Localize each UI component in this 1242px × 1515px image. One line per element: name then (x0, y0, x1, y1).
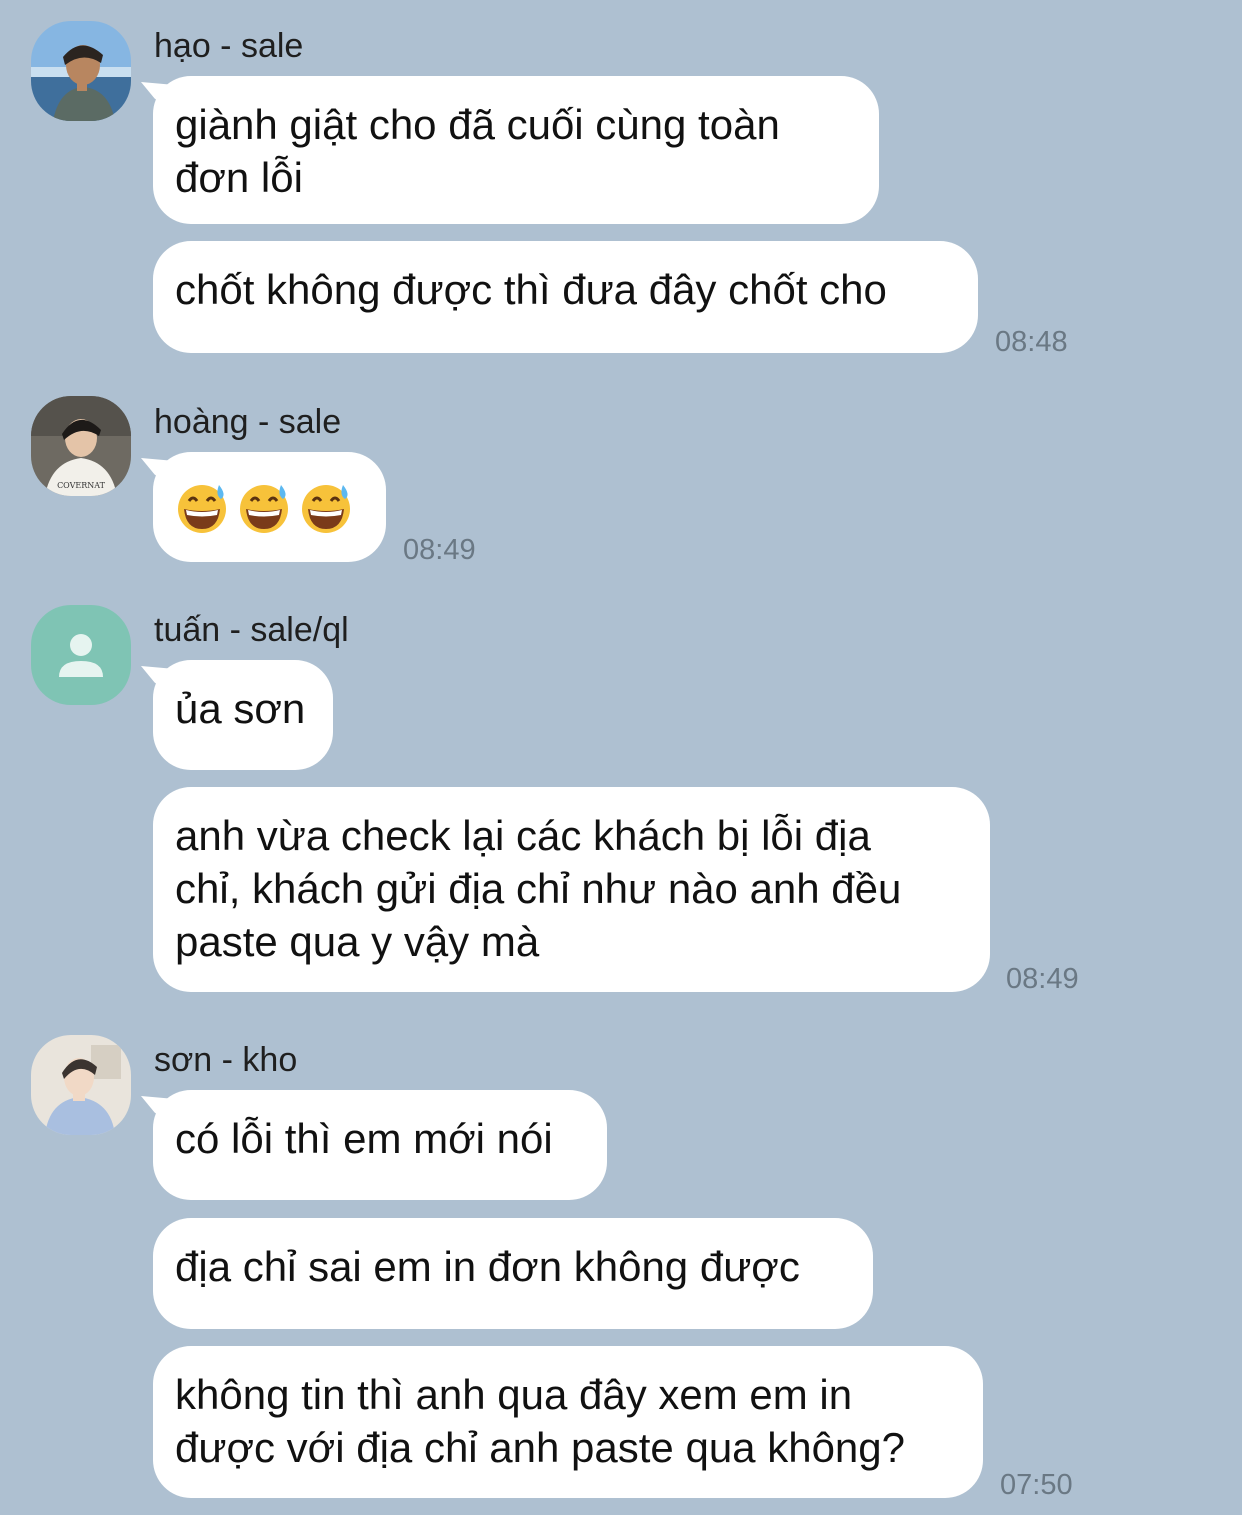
sender-name: tuấn - sale/ql (154, 611, 349, 649)
message-text: có lỗi thì em mới nói (175, 1115, 553, 1162)
message-text: chốt không được thì đưa đây chốt cho (175, 266, 887, 313)
grinning-sweat-emoji (302, 484, 350, 533)
message-text: đơn lỗi (175, 154, 303, 201)
svg-text:COVERNAT: COVERNAT (57, 481, 106, 490)
avatar-son-photo (31, 1035, 131, 1135)
sender-name: hoàng - sale (154, 403, 342, 441)
message-text: chỉ, khách gửi địa chỉ như nào anh đều (175, 865, 902, 912)
avatar-hoang-photo: COVERNAT (31, 396, 131, 496)
message-time: 07:50 (1000, 1469, 1073, 1501)
chat-thread[interactable]: hạo - sale giành giật cho đã cuối cùng t… (0, 0, 1242, 1515)
message-text: anh vừa check lại các khách bị lỗi địa (175, 812, 871, 859)
message-bubble[interactable]: không tin thì anh qua đây xem em in được… (153, 1346, 983, 1498)
message-bubble[interactable]: địa chỉ sai em in đơn không được (153, 1218, 873, 1329)
message-text: paste qua y vậy mà (175, 918, 540, 965)
message-text: giành giật cho đã cuối cùng toàn (175, 101, 780, 148)
message-time: 08:49 (1006, 963, 1079, 995)
message-text: được với địa chỉ anh paste qua không? (175, 1424, 905, 1471)
message-text: địa chỉ sai em in đơn không được (175, 1243, 800, 1290)
message-time: 08:49 (403, 534, 476, 566)
avatar-hao-photo (31, 21, 131, 121)
sender-name: hạo - sale (154, 27, 304, 65)
message-bubble[interactable] (153, 452, 386, 562)
avatar[interactable] (31, 1035, 131, 1135)
message-bubble[interactable]: ủa sơn (153, 660, 333, 770)
message-text: không tin thì anh qua đây xem em in (175, 1371, 853, 1418)
default-person-icon (59, 634, 103, 677)
avatar[interactable] (31, 605, 131, 705)
avatar[interactable]: COVERNAT (31, 396, 131, 496)
grinning-sweat-emoji (178, 484, 226, 533)
message-bubble[interactable]: có lỗi thì em mới nói (153, 1090, 607, 1200)
message-time: 08:48 (995, 326, 1068, 358)
message-bubble[interactable]: chốt không được thì đưa đây chốt cho (153, 241, 978, 353)
sender-name: sơn - kho (154, 1041, 298, 1079)
message-bubble[interactable]: anh vừa check lại các khách bị lỗi địa c… (153, 787, 990, 992)
message-text: ủa sơn (175, 685, 306, 732)
avatar[interactable] (31, 21, 131, 121)
grinning-sweat-emoji (240, 484, 288, 533)
message-bubble[interactable]: giành giật cho đã cuối cùng toàn đơn lỗi (153, 76, 879, 224)
